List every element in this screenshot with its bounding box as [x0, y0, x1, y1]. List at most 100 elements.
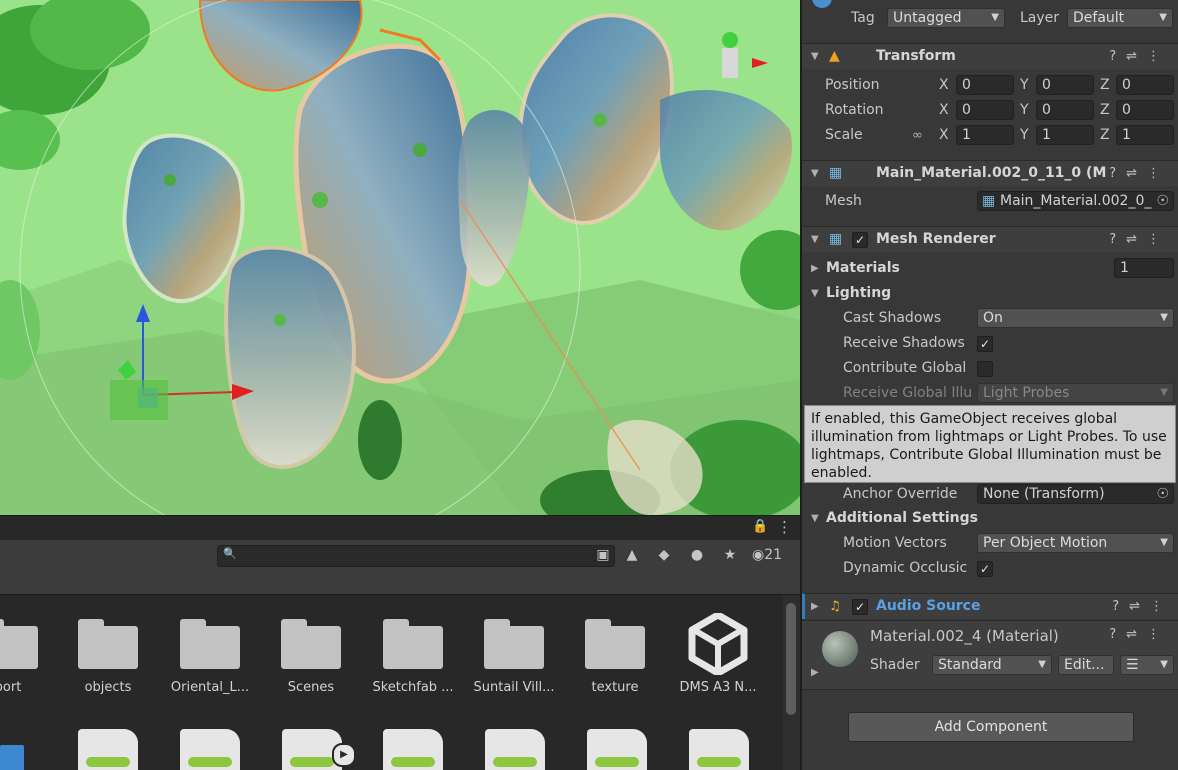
component-header-icons[interactable]: ?⇌⋮ — [1109, 227, 1170, 252]
rotation-y-field[interactable]: 0 — [1036, 100, 1094, 120]
shader-file-icon[interactable] — [78, 729, 138, 770]
archive-icon[interactable] — [0, 745, 24, 770]
dynamic-occlusion-checkbox[interactable]: ✓ — [977, 561, 993, 577]
tag-value: Untagged — [893, 10, 962, 26]
rotation-z-field[interactable]: 0 — [1116, 100, 1174, 120]
contribute-gi-checkbox[interactable] — [977, 361, 993, 377]
foldout-arrow-icon[interactable]: ▼ — [811, 227, 819, 252]
lock-icon[interactable]: 🔒 — [752, 519, 768, 534]
position-y-field[interactable]: 0 — [1036, 75, 1094, 95]
foldout-arrow-icon[interactable]: ▶ — [811, 256, 819, 281]
lighting-row[interactable]: ▼ Lighting — [802, 281, 1178, 306]
tag-layer-row: Tag Untagged ▼ Layer Default ▼ — [802, 0, 1178, 31]
scene-view[interactable] — [0, 0, 800, 515]
material-header-icons[interactable]: ?⇌⋮ — [1109, 627, 1170, 642]
shader-label: Shader — [870, 657, 920, 673]
dynamic-occlusion-row: Dynamic Occlusic ✓ — [802, 556, 1178, 581]
filter-by-label-icon[interactable]: ◆ — [651, 545, 677, 565]
receive-gi-label: Receive Global Illu — [843, 385, 973, 401]
chevron-down-icon: ▼ — [1160, 312, 1168, 323]
folder-icon — [78, 619, 138, 669]
shader-file-icon[interactable] — [383, 729, 443, 770]
mesh-renderer-header[interactable]: ▼ ▦ ✓ Mesh Renderer ?⇌⋮ — [802, 226, 1178, 252]
foldout-arrow-icon[interactable]: ▶ — [811, 594, 819, 619]
favorite-icon[interactable]: ★ — [717, 545, 743, 565]
chevron-down-icon: ▼ — [1160, 387, 1168, 398]
materials-row[interactable]: ▶ Materials 1 — [802, 256, 1178, 281]
receive-shadows-checkbox[interactable]: ✓ — [977, 336, 993, 352]
mesh-filter-header[interactable]: ▼ ▦ Main_Material.002_0_11_0 (M ?⇌⋮ — [802, 160, 1178, 186]
edit-shader-button[interactable]: Edit... — [1058, 655, 1114, 675]
filter-by-type-icon[interactable]: ▲ — [619, 545, 645, 565]
chevron-down-icon: ▼ — [991, 12, 999, 23]
mesh-object-field[interactable]: ▦ Main_Material.002_0_ ☉ — [977, 191, 1174, 211]
foldout-arrow-icon[interactable]: ▼ — [811, 281, 819, 306]
shader-file-icon[interactable] — [180, 729, 240, 770]
shader-options-button[interactable]: ☰ ▼ — [1120, 655, 1174, 675]
motion-vectors-dropdown[interactable]: Per Object Motion ▼ — [977, 533, 1174, 553]
shader-file-icon[interactable] — [485, 729, 545, 770]
anchor-override-field[interactable]: None (Transform) ☉ — [977, 484, 1174, 504]
transform-icon: ▲ — [829, 48, 840, 64]
transform-header[interactable]: ▼ ▲ Transform ?⇌⋮ — [802, 43, 1178, 69]
mesh-value: Main_Material.002_0_ — [1000, 193, 1152, 209]
position-z-field[interactable]: 0 — [1116, 75, 1174, 95]
log-filter-icon[interactable]: ● — [684, 545, 710, 565]
shader-file-icon[interactable] — [689, 729, 749, 770]
search-input[interactable]: 🔍 — [217, 545, 615, 567]
asset-item[interactable]: texture — [567, 619, 663, 695]
scrollbar-thumb[interactable] — [786, 603, 796, 715]
search-by-type-icon[interactable]: ▣ — [590, 545, 616, 565]
rotation-x-field[interactable]: 0 — [956, 100, 1014, 120]
asset-scrollbar[interactable] — [783, 595, 800, 770]
asset-item[interactable]: port — [0, 619, 56, 695]
mesh-renderer-enabled-checkbox[interactable]: ✓ — [852, 232, 868, 248]
object-picker-icon[interactable]: ☉ — [1156, 485, 1169, 503]
shader-file-icon[interactable]: ▶ — [282, 729, 356, 770]
component-header-icons[interactable]: ?⇌⋮ — [1109, 44, 1170, 69]
layer-dropdown[interactable]: Default ▼ — [1067, 8, 1173, 28]
gameobject-icon — [812, 0, 832, 8]
play-icon[interactable]: ▶ — [332, 743, 356, 767]
foldout-arrow-icon[interactable]: ▼ — [811, 161, 819, 186]
mesh-icon: ▦ — [982, 193, 996, 209]
scale-x-field[interactable]: 1 — [956, 125, 1014, 145]
foldout-arrow-icon[interactable]: ▼ — [811, 506, 819, 531]
asset-item[interactable]: Sketchfab ... — [365, 619, 461, 695]
scale-y-field[interactable]: 1 — [1036, 125, 1094, 145]
constrain-proportions-icon[interactable]: ∞ — [912, 123, 923, 148]
position-x-field[interactable]: 0 — [956, 75, 1014, 95]
materials-count-field[interactable]: 1 — [1114, 258, 1174, 278]
object-picker-icon[interactable]: ☉ — [1156, 192, 1169, 210]
audio-source-enabled-checkbox[interactable]: ✓ — [852, 599, 868, 615]
asset-item[interactable]: DMS A3 N... — [670, 613, 766, 695]
rotation-label: Rotation — [825, 102, 884, 118]
asset-item[interactable]: Scenes — [263, 619, 359, 695]
scene-render[interactable] — [0, 0, 800, 515]
asset-item[interactable]: Suntail Vill... — [466, 619, 562, 695]
mesh-label: Mesh — [825, 193, 862, 209]
scale-z-field[interactable]: 1 — [1116, 125, 1174, 145]
component-header-icons[interactable]: ?⇌⋮ — [1112, 594, 1173, 619]
asset-label: Suntail Vill... — [473, 680, 555, 695]
additional-settings-row[interactable]: ▼ Additional Settings — [802, 506, 1178, 531]
component-header-icons[interactable]: ?⇌⋮ — [1109, 161, 1170, 186]
anchor-override-row: Anchor Override None (Transform) ☉ — [802, 482, 1178, 507]
project-toolbar: 🔒 ⋮ — [0, 515, 800, 541]
shader-dropdown[interactable]: Standard ▼ — [932, 655, 1052, 675]
cast-shadows-dropdown[interactable]: On ▼ — [977, 308, 1174, 328]
transform-title: Transform — [876, 48, 956, 64]
add-component-button[interactable]: Add Component — [848, 712, 1134, 742]
mesh-renderer-title: Mesh Renderer — [876, 231, 996, 247]
tag-dropdown[interactable]: Untagged ▼ — [887, 8, 1005, 28]
more-menu-icon[interactable]: ⋮ — [777, 518, 792, 536]
hidden-packages-icon[interactable]: ◉21 — [752, 545, 792, 565]
foldout-arrow-icon[interactable]: ▶ — [811, 667, 819, 678]
asset-item[interactable]: objects — [60, 619, 156, 695]
scale-row: Scale ∞ X 1 Y 1 Z 1 — [802, 123, 1178, 148]
audio-source-header[interactable]: ▶ ♫ ✓ Audio Source ?⇌⋮ — [802, 593, 1178, 619]
shader-file-icon[interactable] — [587, 729, 647, 770]
breadcrumb — [0, 571, 800, 595]
foldout-arrow-icon[interactable]: ▼ — [811, 44, 819, 69]
asset-item[interactable]: Oriental_L... — [162, 619, 258, 695]
